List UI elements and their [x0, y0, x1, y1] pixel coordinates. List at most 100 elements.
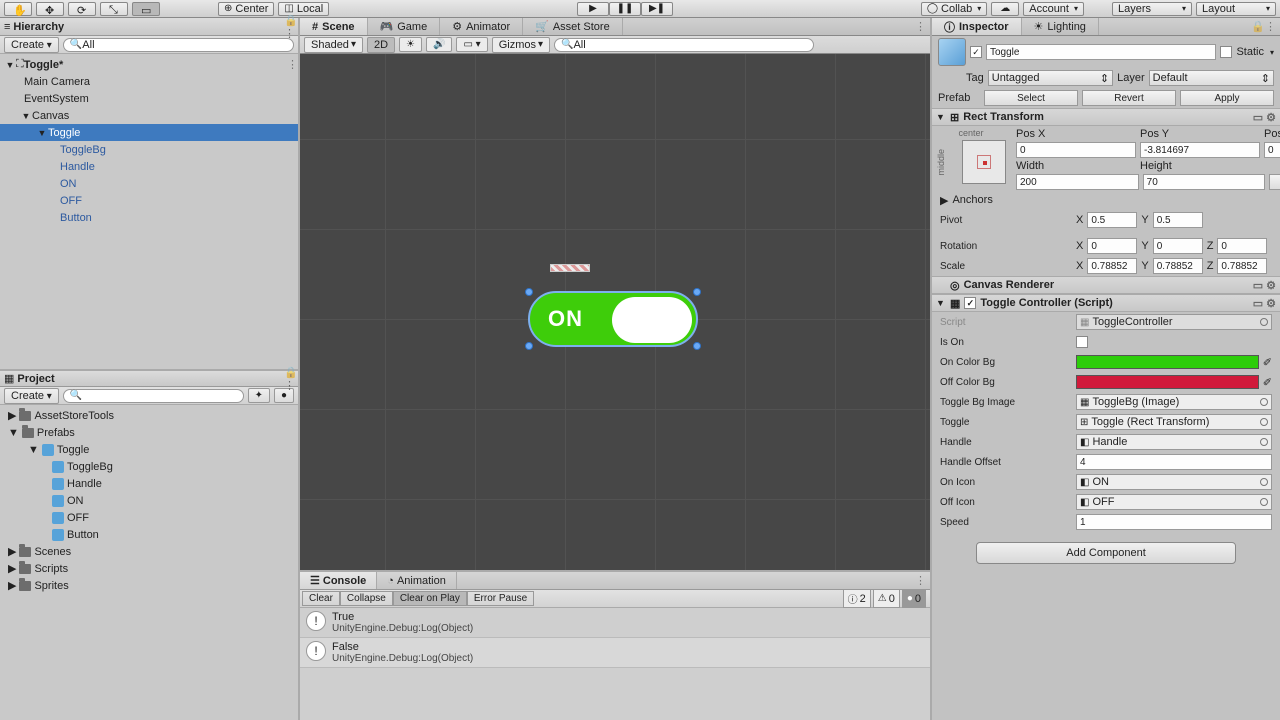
console-warn-count[interactable]: ⚠ 0 — [873, 589, 900, 608]
pivot-y[interactable] — [1153, 212, 1203, 228]
posy-field[interactable] — [1140, 142, 1260, 158]
toggle-bg-field[interactable]: ▦ ToggleBg (Image) — [1076, 394, 1272, 410]
scale-y[interactable] — [1153, 258, 1203, 274]
off-color-field[interactable] — [1076, 375, 1259, 389]
prefab-select-button[interactable]: Select — [984, 90, 1078, 106]
scene-view[interactable]: ON — [300, 54, 930, 570]
shading-dropdown[interactable]: Shaded ▾ — [304, 37, 363, 53]
canvas-renderer-header[interactable]: ◎ Canvas Renderer▭ ⚙ — [932, 276, 1280, 294]
project-folder[interactable]: ▶AssetStoreTools — [0, 407, 298, 424]
handle-field[interactable]: ◧ Handle — [1076, 434, 1272, 450]
active-checkbox[interactable]: ✓ — [970, 46, 982, 58]
mode-2d-toggle[interactable]: 2D — [367, 37, 395, 53]
eyedropper-icon[interactable]: ✐ — [1263, 376, 1272, 389]
scale-z[interactable] — [1217, 258, 1267, 274]
hierarchy-search[interactable]: 🔍 All — [63, 38, 294, 52]
tab-lighting[interactable]: ☀ Lighting — [1022, 18, 1099, 35]
move-tool[interactable]: ✥ — [36, 2, 64, 16]
toggle-ui-element[interactable]: ON — [528, 291, 698, 347]
on-icon-field[interactable]: ◧ ON — [1076, 474, 1272, 490]
pivot-x[interactable] — [1087, 212, 1137, 228]
project-prefab[interactable]: ToggleBg — [0, 458, 298, 475]
tab-animation[interactable]: ◔ Animation — [377, 572, 457, 589]
play-button[interactable]: ▶ — [577, 2, 609, 16]
toggle-controller-header[interactable]: ▼▦ ✓ Toggle Controller (Script)▭ ⚙ — [932, 294, 1280, 312]
selection-handle[interactable] — [693, 288, 701, 296]
hand-tool[interactable]: ✋ — [4, 2, 32, 16]
fx-toggle[interactable]: ▭ ▾ — [456, 37, 487, 52]
tab-assetstore[interactable]: 🛒 Asset Store — [523, 18, 623, 35]
hierarchy-create-button[interactable]: Create ▾ — [4, 37, 59, 53]
scale-x[interactable] — [1087, 258, 1137, 274]
project-prefab[interactable]: ON — [0, 492, 298, 509]
rotate-tool[interactable]: ⟳ — [68, 2, 96, 16]
blueprint-mode[interactable]: ⊞ — [1269, 174, 1280, 190]
project-create-button[interactable]: Create ▾ — [4, 388, 59, 404]
console-clear[interactable]: Clear — [302, 591, 340, 606]
selection-handle[interactable] — [525, 342, 533, 350]
hierarchy-item[interactable]: EventSystem — [0, 90, 298, 107]
rot-z[interactable] — [1217, 238, 1267, 254]
is-on-checkbox[interactable] — [1076, 336, 1088, 348]
height-field[interactable] — [1143, 174, 1266, 190]
hierarchy-item[interactable]: OFF — [0, 192, 298, 209]
console-error-count[interactable]: ● 0 — [902, 589, 926, 608]
speed-field[interactable] — [1076, 514, 1272, 530]
hierarchy-item[interactable]: ON — [0, 175, 298, 192]
rot-y[interactable] — [1153, 238, 1203, 254]
project-folder[interactable]: ▶Scenes — [0, 543, 298, 560]
layout-dropdown[interactable]: Layout▾ — [1196, 2, 1276, 16]
audio-toggle[interactable]: 🔊 — [426, 37, 452, 52]
static-checkbox[interactable] — [1220, 46, 1232, 58]
lighting-toggle[interactable]: ☀ — [399, 37, 422, 52]
scene-search[interactable]: 🔍 All — [554, 38, 814, 52]
layers-dropdown[interactable]: Layers▾ — [1112, 2, 1192, 16]
tab-game[interactable]: 🎮 Game — [368, 18, 441, 35]
width-field[interactable] — [1016, 174, 1139, 190]
off-icon-field[interactable]: ◧ OFF — [1076, 494, 1272, 510]
tab-inspector[interactable]: ⓘ Inspector — [932, 18, 1022, 35]
selection-handle[interactable] — [525, 288, 533, 296]
hierarchy-item[interactable]: Main Camera — [0, 73, 298, 90]
step-button[interactable]: ▶❚ — [641, 2, 673, 16]
project-prefab[interactable]: OFF — [0, 509, 298, 526]
hierarchy-item[interactable]: Button — [0, 209, 298, 226]
tag-dropdown[interactable]: Untagged⇕ — [988, 70, 1113, 86]
scale-tool[interactable]: ⤡ — [100, 2, 128, 16]
posx-field[interactable] — [1016, 142, 1136, 158]
on-color-field[interactable] — [1076, 355, 1259, 369]
console-collapse[interactable]: Collapse — [340, 591, 393, 606]
project-folder[interactable]: ▼Prefabs — [0, 424, 298, 441]
console-error-pause[interactable]: Error Pause — [467, 591, 534, 606]
hierarchy-item-selected[interactable]: ▼Toggle — [0, 124, 298, 141]
tab-console[interactable]: ☰ Console — [300, 572, 377, 589]
console-log-entry[interactable]: ! FalseUnityEngine.Debug:Log(Object) — [300, 638, 930, 668]
pivot-toggle[interactable]: ⊕ Center — [218, 2, 274, 16]
add-component-button[interactable]: Add Component — [976, 542, 1236, 564]
collab-dropdown[interactable]: ◯ Collab▾ — [921, 2, 987, 16]
tab-animator[interactable]: ⚙ Animator — [440, 18, 523, 35]
rect-transform-header[interactable]: ▼⊞ Rect Transform▭ ⚙ — [932, 108, 1280, 126]
handle-offset-field[interactable] — [1076, 454, 1272, 470]
toggle-rect-field[interactable]: ⊞ Toggle (Rect Transform) — [1076, 414, 1272, 430]
pause-button[interactable]: ❚❚ — [609, 2, 641, 16]
eyedropper-icon[interactable]: ✐ — [1263, 356, 1272, 369]
posz-field[interactable] — [1264, 142, 1280, 158]
selection-handle[interactable] — [693, 342, 701, 350]
project-folder[interactable]: ▶Scripts — [0, 560, 298, 577]
gizmos-dropdown[interactable]: Gizmos ▾ — [492, 37, 550, 53]
anchor-preset-button[interactable] — [962, 140, 1006, 184]
hierarchy-item[interactable]: ToggleBg — [0, 141, 298, 158]
project-search[interactable]: 🔍 — [63, 389, 244, 403]
project-prefab[interactable]: Button — [0, 526, 298, 543]
console-clear-on-play[interactable]: Clear on Play — [393, 591, 467, 606]
rot-x[interactable] — [1087, 238, 1137, 254]
anchors-foldout[interactable]: ▶Anchors — [932, 190, 1280, 210]
cloud-button[interactable]: ☁ — [991, 2, 1019, 16]
layer-dropdown[interactable]: Default⇕ — [1149, 70, 1274, 86]
tab-scene[interactable]: # Scene — [300, 18, 368, 35]
gameobject-name-field[interactable] — [986, 44, 1216, 60]
console-log-entry[interactable]: ! TrueUnityEngine.Debug:Log(Object) — [300, 608, 930, 638]
rect-tool[interactable]: ▭ — [132, 2, 160, 16]
prefab-apply-button[interactable]: Apply — [1180, 90, 1274, 106]
